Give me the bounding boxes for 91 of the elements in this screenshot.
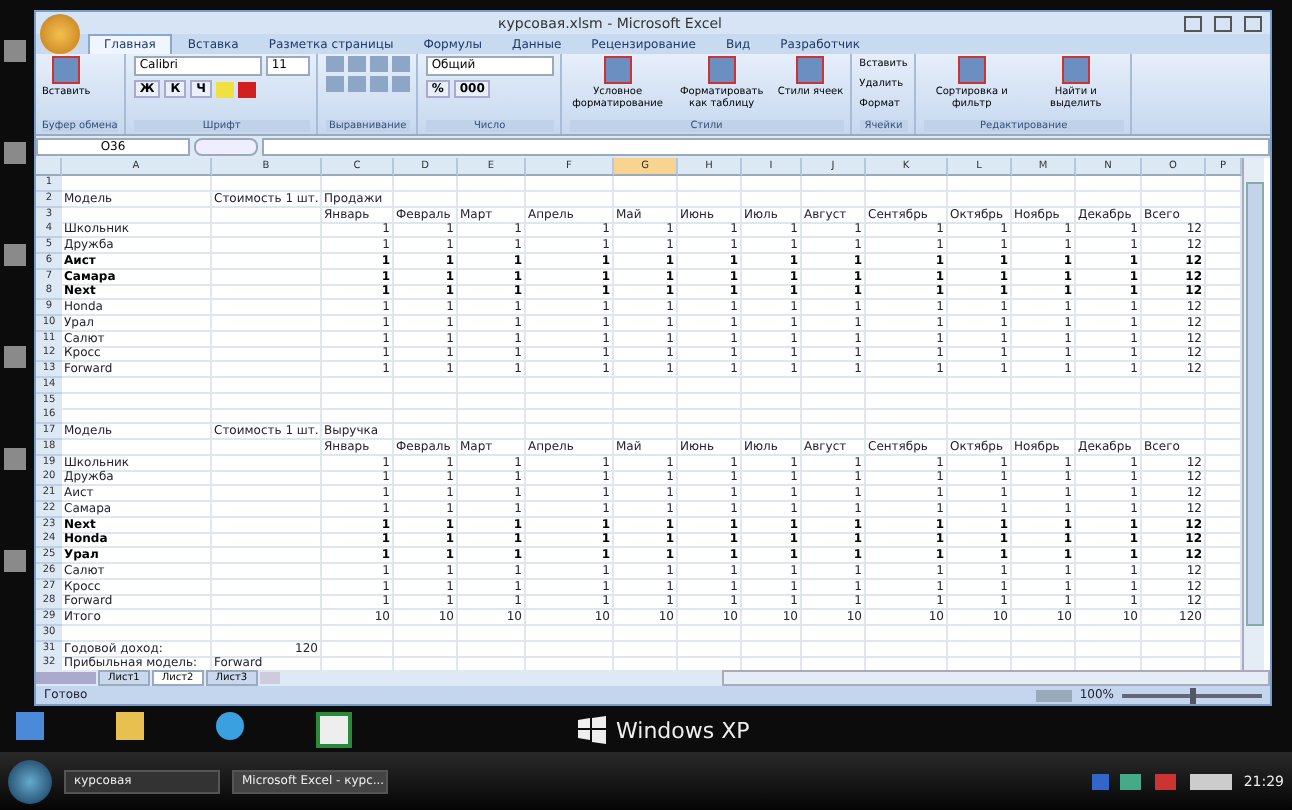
table-cell (394, 625, 458, 642)
tray-icons-drawing[interactable] (1091, 773, 1232, 789)
table-cell (322, 377, 394, 394)
table-cell (212, 532, 322, 549)
table-cell (1076, 625, 1142, 642)
table-cell (802, 408, 866, 425)
table-cell (212, 408, 322, 425)
table-cell (948, 377, 1012, 394)
table-cell (322, 625, 394, 642)
table-cell (394, 191, 458, 208)
table-cell (1142, 191, 1206, 208)
table-cell (212, 315, 322, 332)
table-cell (212, 377, 322, 394)
table-cell (212, 563, 322, 580)
zoom-slider[interactable] (1190, 687, 1196, 703)
table-cell (212, 346, 322, 363)
table-cell (322, 408, 394, 425)
new-sheet-icon[interactable] (259, 672, 280, 684)
minimize-icon[interactable] (1184, 15, 1202, 31)
table-cell (458, 625, 526, 642)
font-color-icon[interactable] (237, 81, 256, 97)
ribbon-button-icon[interactable] (796, 56, 825, 84)
ribbon-button-icon[interactable] (707, 56, 736, 84)
table-cell (678, 625, 742, 642)
table-cell (866, 625, 948, 642)
ribbon-button-icon[interactable] (1061, 56, 1090, 84)
table-cell (458, 377, 526, 394)
ribbon-button-icon[interactable] (52, 56, 81, 84)
table-cell (526, 625, 614, 642)
table-cell (742, 191, 802, 208)
table-cell (802, 191, 866, 208)
vertical-scrollbar[interactable] (1242, 158, 1264, 670)
table-cell (1076, 191, 1142, 208)
table-cell (458, 408, 526, 425)
start-button[interactable] (8, 759, 52, 803)
table-cell (212, 253, 322, 270)
table-cell (1012, 408, 1076, 425)
table-cell (1012, 625, 1076, 642)
table-cell (614, 408, 678, 425)
horizontal-scrollbar[interactable] (721, 670, 1270, 686)
table-cell (212, 625, 322, 642)
table-cell (802, 625, 866, 642)
table-cell (1076, 377, 1142, 394)
table-cell (212, 594, 322, 611)
table-cell (802, 377, 866, 394)
table-cell (742, 625, 802, 642)
table-cell (866, 191, 948, 208)
table-cell (948, 408, 1012, 425)
table-cell (212, 439, 322, 456)
globe-icon[interactable] (216, 712, 244, 740)
table-cell (866, 408, 948, 425)
table-cell (948, 625, 1012, 642)
ribbon-button-icon[interactable] (957, 56, 986, 84)
table-cell (1142, 377, 1206, 394)
formula-field[interactable] (262, 138, 1270, 156)
select-all-corner[interactable] (36, 158, 62, 176)
table-cell (458, 191, 526, 208)
spreadsheet-icon[interactable] (316, 712, 352, 748)
table-cell (394, 377, 458, 394)
table-cell (212, 470, 322, 487)
table-cell (526, 191, 614, 208)
page-view-icon[interactable] (1035, 689, 1072, 701)
table-cell (212, 284, 322, 301)
table-cell (678, 408, 742, 425)
table-cell (1012, 191, 1076, 208)
table-cell (212, 222, 322, 239)
table-cell (394, 408, 458, 425)
close-icon[interactable] (1244, 15, 1262, 31)
table-cell (614, 191, 678, 208)
table-cell (526, 377, 614, 394)
table-cell (678, 377, 742, 394)
office-button[interactable] (40, 14, 80, 54)
table-cell (614, 625, 678, 642)
table-cell (526, 408, 614, 425)
table-cell (1142, 625, 1206, 642)
table-cell (678, 191, 742, 208)
table-cell (742, 377, 802, 394)
maximize-icon[interactable] (1214, 15, 1232, 31)
table-cell (948, 191, 1012, 208)
function-icon[interactable] (194, 138, 258, 156)
table-cell (1012, 377, 1076, 394)
table-cell (614, 377, 678, 394)
ribbon-button-icon[interactable] (603, 56, 632, 84)
windows-flag-icon (576, 716, 608, 744)
table-cell (866, 377, 948, 394)
table-cell (212, 501, 322, 518)
table-cell (1076, 408, 1142, 425)
table-cell (742, 408, 802, 425)
fill-color-icon[interactable] (215, 81, 234, 97)
desktop-logo-text: Windows XP (616, 717, 750, 743)
table-cell (1142, 408, 1206, 425)
